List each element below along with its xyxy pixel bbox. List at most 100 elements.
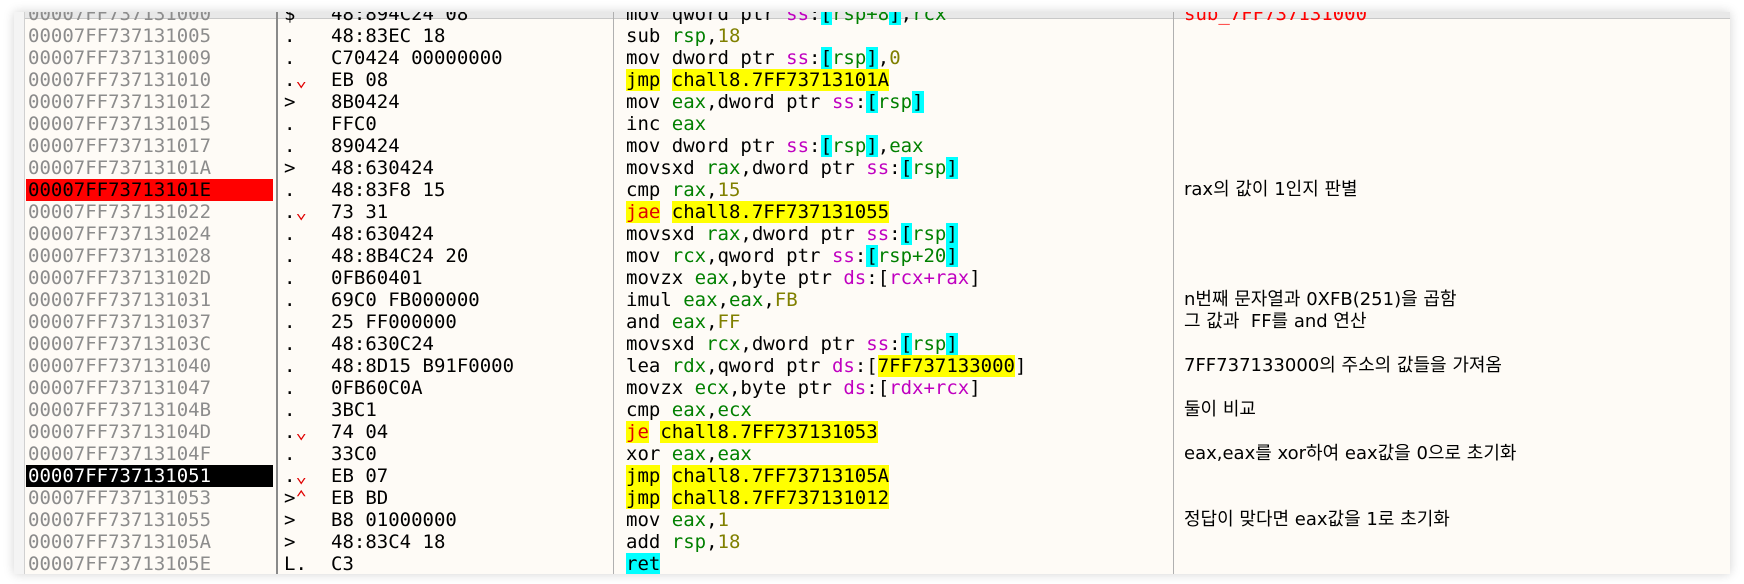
row-instruction: jmp chall8.7FF73713105A bbox=[626, 465, 890, 487]
jump-marker: . bbox=[284, 443, 296, 465]
disasm-row[interactable]: 00007FF73713101A >48:630424 movsxd rax,dwo… bbox=[14, 157, 1730, 179]
row-bytes: 48:630C24 bbox=[331, 333, 434, 355]
jump-marker: .⌄ bbox=[284, 421, 307, 443]
row-comment: 둘이 비교 bbox=[1184, 399, 1256, 420]
row-bytes: 8B0424 bbox=[331, 91, 400, 113]
disasm-row[interactable]: 00007FF73713104B. 3BC1 cmp eax,ecx 둘이 비교 bbox=[14, 399, 1730, 421]
row-comment: 정답이 맞다면 eax값을 1로 초기화 bbox=[1184, 509, 1450, 530]
disasm-row[interactable]: 00007FF737131012 >8B0424 mov eax,dword ptr… bbox=[14, 91, 1730, 113]
row-address[interactable]: 00007FF737131047 bbox=[26, 377, 273, 399]
row-instruction: ret bbox=[626, 553, 661, 574]
disasm-row[interactable]: 00007FF737131022 .⌄ 73 31 jae chall8.7FF737… bbox=[14, 201, 1730, 223]
disasm-row[interactable]: 00007FF737131009. C70424 00000000 mov dwor… bbox=[14, 47, 1730, 69]
row-instruction: inc eax bbox=[626, 113, 707, 135]
disasm-row[interactable]: 00007FF737131017. 890424 mov dword ptr ss:… bbox=[14, 135, 1730, 157]
row-comment: eax,eax를 xor하여 eax값을 0으로 초기화 bbox=[1184, 443, 1517, 464]
row-bytes: 48:8D15 B91F0000 bbox=[331, 355, 515, 377]
row-address[interactable]: 00007FF73713102D bbox=[26, 267, 273, 289]
jump-marker: . bbox=[284, 245, 296, 267]
disasm-row[interactable]: 00007FF737131005. 48:83EC 18 sub rsp,18 bbox=[14, 25, 1730, 47]
row-instruction: mov qword ptr ss:[rsp+8],rcx bbox=[626, 12, 946, 25]
jump-marker: .⌄ bbox=[284, 465, 307, 487]
row-bytes: B8 01000000 bbox=[331, 509, 457, 531]
jump-marker: L. bbox=[284, 553, 307, 574]
row-bytes: 73 31 bbox=[331, 201, 389, 223]
disasm-row[interactable]: 00007FF73713103C. 48:630C24 movsxd rcx,dwo… bbox=[14, 333, 1730, 355]
row-instruction: movzx ecx,byte ptr ds:[rdx+rcx] bbox=[626, 377, 981, 399]
disasm-row[interactable]: 00007FF737131024. 48:630424 movsxd rax,dwo… bbox=[14, 223, 1730, 245]
jump-marker: .⌄ bbox=[284, 201, 307, 223]
disasm-row[interactable]: 00007FF737131053 >⌃ EB BD jmp chall8.7FF737… bbox=[14, 487, 1730, 509]
disasm-row[interactable]: 00007FF737131040. 48:8D15 B91F0000 lea rdx… bbox=[14, 355, 1730, 377]
jump-marker: . bbox=[284, 113, 296, 135]
row-address[interactable]: 00007FF737131012 bbox=[26, 91, 273, 113]
disasm-row[interactable]: 00007FF73713102D. 0FB60401 movzx eax,byte … bbox=[14, 267, 1730, 289]
row-comment: rax의 값이 1인지 판별 bbox=[1184, 179, 1358, 200]
row-address[interactable]: 00007FF737131051 bbox=[26, 465, 273, 487]
row-address[interactable]: 00007FF737131010 bbox=[26, 69, 273, 91]
row-address[interactable]: 00007FF737131028 bbox=[26, 245, 273, 267]
disasm-row[interactable]: 00007FF737131028. 48:8B4C24 20 mov rcx,qwo… bbox=[14, 245, 1730, 267]
disasm-row[interactable]: 00007FF73713101E. 48:83F8 15 cmp rax,15 rax… bbox=[14, 179, 1730, 201]
disasm-row[interactable]: 00007FF737131047. 0FB60C0A movzx ecx,byte … bbox=[14, 377, 1730, 399]
jump-marker: $ bbox=[284, 12, 296, 25]
jump-marker: > bbox=[284, 531, 296, 553]
disasm-row[interactable]: 00007FF737131031. 69C0 FB000000 imul eax,e… bbox=[14, 289, 1730, 311]
row-instruction: cmp eax,ecx bbox=[626, 399, 752, 421]
jump-marker: . bbox=[284, 223, 296, 245]
disasm-row[interactable]: 00007FF737131000 $48:894C24 08 mov qword p… bbox=[14, 12, 1730, 25]
jump-marker: . bbox=[284, 289, 296, 311]
row-instruction: jmp chall8.7FF73713101A bbox=[626, 69, 890, 91]
row-bytes: 69C0 FB000000 bbox=[331, 289, 480, 311]
row-instruction: je chall8.7FF737131053 bbox=[626, 421, 878, 443]
row-bytes: 48:894C24 08 bbox=[331, 12, 469, 25]
row-address[interactable]: 00007FF737131037 bbox=[26, 311, 273, 333]
row-address[interactable]: 00007FF737131031 bbox=[26, 289, 273, 311]
row-instruction: mov dword ptr ss:[rsp],0 bbox=[626, 47, 901, 69]
row-comment: n번째 문자열과 0XFB(251)을 곱함 bbox=[1184, 289, 1457, 310]
row-address[interactable]: 00007FF73713105A bbox=[26, 531, 273, 553]
row-bytes: C3 bbox=[331, 553, 354, 574]
row-address[interactable]: 00007FF73713101A bbox=[26, 157, 273, 179]
disasm-row[interactable]: 00007FF737131015. FFC0 inc eax bbox=[14, 113, 1730, 135]
disasm-row[interactable]: 00007FF737131037. 25 FF000000 and eax,FF 그 … bbox=[14, 311, 1730, 333]
row-address[interactable]: 00007FF737131024 bbox=[26, 223, 273, 245]
row-address[interactable]: 00007FF73713104B bbox=[26, 399, 273, 421]
row-instruction: mov dword ptr ss:[rsp],eax bbox=[626, 135, 924, 157]
row-bytes: 33C0 bbox=[331, 443, 377, 465]
disasm-row[interactable]: 00007FF737131055 > B8 01000000 mov eax,1 정답이… bbox=[14, 509, 1730, 531]
jump-marker: . bbox=[284, 25, 296, 47]
row-address[interactable]: 00007FF737131055 bbox=[26, 509, 273, 531]
disasm-row[interactable]: 00007FF73713105A >48:83C4 18 add rsp,18 bbox=[14, 531, 1730, 553]
row-address[interactable]: 00007FF73713104D bbox=[26, 421, 273, 443]
row-instruction: mov eax,dword ptr ss:[rsp] bbox=[626, 91, 924, 113]
row-address[interactable]: 00007FF737131009 bbox=[26, 47, 273, 69]
row-bytes: 25 FF000000 bbox=[331, 311, 457, 333]
jump-marker: . bbox=[284, 377, 296, 399]
row-address[interactable]: 00007FF737131000 bbox=[26, 12, 273, 25]
row-address[interactable]: 00007FF73713103C bbox=[26, 333, 273, 355]
row-address[interactable]: 00007FF737131040 bbox=[26, 355, 273, 377]
row-instruction: cmp rax,15 bbox=[626, 179, 741, 201]
row-bytes: EB BD bbox=[331, 487, 389, 509]
row-address[interactable]: 00007FF737131053 bbox=[26, 487, 273, 509]
row-address[interactable]: 00007FF73713105E bbox=[26, 553, 273, 574]
row-instruction: jae chall8.7FF737131055 bbox=[626, 201, 890, 223]
disassembly-view[interactable]: 00007FF737131000 $48:894C24 08 mov qword p… bbox=[14, 12, 1730, 574]
disasm-row[interactable]: 00007FF73713104D .⌄ 74 04 je chall8.7FF7371… bbox=[14, 421, 1730, 443]
jump-marker: . bbox=[284, 179, 296, 201]
jump-marker: > bbox=[284, 91, 296, 113]
row-address[interactable]: 00007FF737131017 bbox=[26, 135, 273, 157]
disasm-row[interactable]: 00007FF737131010 .⌄ EB 08 jmp chall8.7FF737… bbox=[14, 69, 1730, 91]
row-address[interactable]: 00007FF737131005 bbox=[26, 25, 273, 47]
disasm-row[interactable]: 00007FF73713104F. 33C0 xor eax,eax eax,eax를… bbox=[14, 443, 1730, 465]
row-instruction: lea rdx,qword ptr ds:[7FF737133000] bbox=[626, 355, 1027, 377]
disasm-row[interactable]: 00007FF73713105E L. C3 ret bbox=[14, 553, 1730, 574]
row-address[interactable]: 00007FF73713104F bbox=[26, 443, 273, 465]
row-address[interactable]: 00007FF737131015 bbox=[26, 113, 273, 135]
row-comment: 그 값과 FF를 and 연산 bbox=[1184, 311, 1367, 332]
row-address[interactable]: 00007FF737131022 bbox=[26, 201, 273, 223]
disasm-row[interactable]: 00007FF737131051 .⌄ EB 07 jmp chall8.7FF737… bbox=[14, 465, 1730, 487]
jump-marker: . bbox=[284, 311, 296, 333]
row-address[interactable]: 00007FF73713101E bbox=[26, 179, 273, 201]
